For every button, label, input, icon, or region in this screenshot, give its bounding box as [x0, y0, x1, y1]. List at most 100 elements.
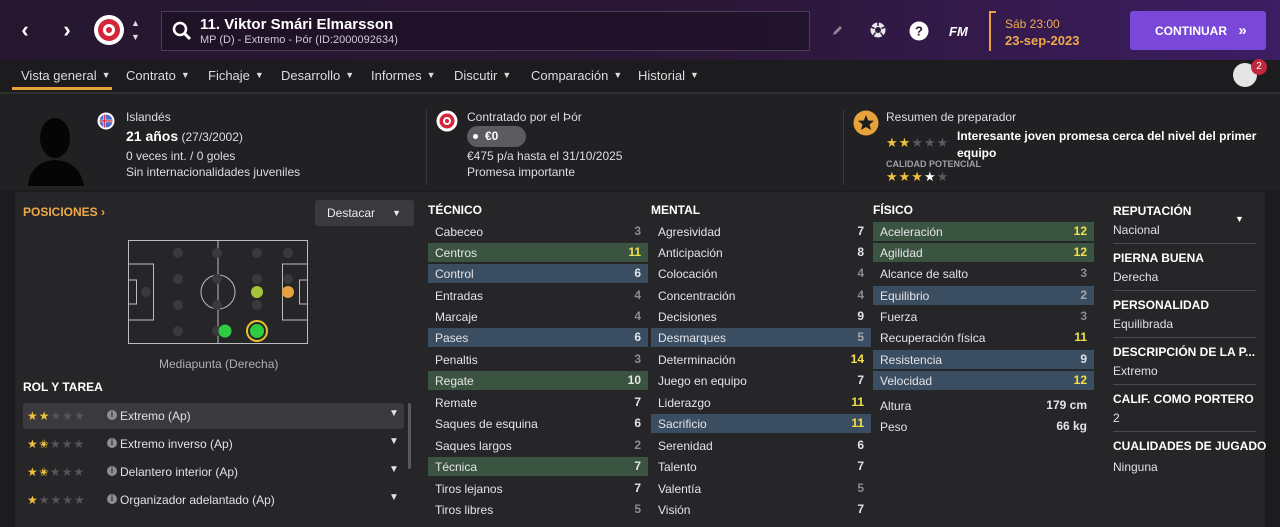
tab-comparacion[interactable]: Comparación ▼: [531, 68, 622, 83]
notification-badge: 2: [1251, 59, 1267, 75]
international-caps: 0 veces int. / 0 goles: [126, 149, 236, 163]
tab-desarrollo[interactable]: Desarrollo ▼: [281, 68, 354, 83]
fm-logo[interactable]: FM: [949, 24, 968, 39]
info-icon[interactable]: i: [107, 494, 117, 504]
attribute-row: Desmarques 5: [651, 328, 871, 347]
attribute-name: Sacrificio: [658, 417, 707, 431]
role-stars: ★★★★★: [27, 493, 86, 507]
attribute-row: Saques de esquina 6: [428, 414, 648, 433]
divider: [426, 110, 427, 185]
chevron-down-icon[interactable]: ▼: [389, 408, 399, 419]
attribute-name: Control: [435, 267, 474, 281]
divider: [1113, 243, 1256, 244]
transfer-fee-pill[interactable]: €0: [467, 126, 526, 147]
chevron-down-icon: ▼: [502, 70, 512, 80]
attribute-row: Control 6: [428, 264, 648, 283]
mental-header: MENTAL: [651, 203, 701, 217]
attribute-value: 6: [634, 416, 641, 430]
attribute-value: 6: [634, 266, 641, 280]
tab-historial[interactable]: Historial ▼: [638, 68, 699, 83]
attribute-row: Tiros libres 5: [428, 500, 648, 519]
attribute-name: Fuerza: [880, 310, 918, 324]
forward-arrow-icon[interactable]: ›: [56, 18, 78, 42]
chevron-down-icon: ▼: [180, 70, 190, 80]
attribute-name: Tiros libres: [435, 503, 494, 517]
role-name: Delantero interior (Ap): [120, 465, 239, 479]
chevron-up-icon[interactable]: ▲: [131, 19, 140, 28]
chevron-down-icon: ▼: [689, 70, 699, 80]
divider: [1113, 337, 1256, 338]
role-stars: ★✬★★★: [27, 465, 86, 479]
attribute-name: Marcaje: [435, 310, 478, 324]
divider: [1113, 384, 1256, 385]
attribute-name: Pases: [435, 331, 469, 345]
top-bar: ‹ › ▲ ▼ 11. Viktor Smári Elmarsson MP (D…: [0, 0, 1280, 60]
attribute-row: Juego en equipo 7: [651, 371, 871, 390]
preferred-foot-header: PIERNA BUENA: [1113, 251, 1204, 265]
current-ability-stars: ★★★★★: [886, 135, 950, 150]
player-traits-header: CUALIDADES DE JUGADO: [1113, 439, 1267, 453]
transfer-fee: €0: [485, 129, 499, 143]
chevron-down-icon[interactable]: ▼: [131, 33, 140, 42]
attribute-row: Saques largos 2: [428, 436, 648, 455]
height-row: Altura 179 cm: [873, 396, 1094, 415]
edit-pencil-icon[interactable]: [831, 24, 844, 37]
role-row[interactable]: ★★★★★ i Extremo (Ap) ▼: [23, 403, 404, 429]
back-arrow-icon[interactable]: ‹: [14, 18, 36, 42]
role-row[interactable]: ★★★★★ i Organizador adelantado (Ap) ▼: [23, 487, 404, 513]
tab-contrato[interactable]: Contrato ▼: [126, 68, 190, 83]
info-icon[interactable]: i: [107, 410, 117, 420]
chevron-down-icon: ▼: [345, 70, 355, 80]
attribute-row: Decisiones 9: [651, 307, 871, 326]
role-name: Organizador adelantado (Ap): [120, 493, 275, 507]
player-details-panel: REPUTACIÓN ▼ Nacional PIERNA BUENA Derec…: [1104, 192, 1267, 527]
positions-header-label: POSICIONES: [23, 205, 98, 219]
attribute-row: Colocación 4: [651, 264, 871, 283]
attribute-value: 4: [634, 309, 641, 323]
attribute-row: Anticipación 8: [651, 243, 871, 262]
weight-value: 66 kg: [1056, 419, 1087, 433]
attribute-name: Resistencia: [880, 353, 943, 367]
chevron-down-icon[interactable]: ▼: [389, 464, 399, 475]
attribute-row: Resistencia 9: [873, 350, 1094, 369]
tab-discutir[interactable]: Discutir ▼: [454, 68, 511, 83]
positions-header[interactable]: POSICIONES ›: [23, 205, 105, 219]
game-date[interactable]: Sáb 23:00 23-sep-2023: [989, 11, 1099, 51]
attribute-name: Tiros lejanos: [435, 482, 503, 496]
tab-fichaje[interactable]: Fichaje ▼: [208, 68, 264, 83]
fee-dot: [473, 134, 478, 139]
reputation-header: REPUTACIÓN: [1113, 204, 1192, 218]
attribute-row: Alcance de salto 3: [873, 264, 1094, 283]
attribute-name: Anticipación: [658, 246, 723, 260]
tab-informes[interactable]: Informes ▼: [371, 68, 436, 83]
role-row[interactable]: ★✬★★★ i Extremo inverso (Ap) ▼: [23, 431, 404, 457]
continue-button[interactable]: CONTINUAR »: [1130, 11, 1266, 50]
search-icon[interactable]: [172, 21, 192, 41]
tab-bar: Vista general ▼ Contrato ▼ Fichaje ▼ Desarr…: [0, 60, 1280, 92]
attribute-row: Talento 7: [651, 457, 871, 476]
age-row: 21 años (27/3/2002): [126, 128, 243, 144]
chevron-down-icon[interactable]: ▼: [389, 436, 399, 447]
active-tab-indicator: [12, 87, 112, 90]
info-icon[interactable]: i: [107, 466, 117, 476]
age: 21 años: [126, 128, 179, 144]
potential-ability-stars: ★★★★★: [886, 169, 950, 184]
attribute-row: Aceleración 12: [873, 222, 1094, 241]
personality-value: Equilibrada: [1113, 317, 1174, 331]
chevron-down-icon[interactable]: ▼: [1235, 214, 1244, 224]
coach-star-icon: [853, 110, 879, 136]
highlight-dropdown[interactable]: Destacar ▼: [315, 200, 414, 226]
club-crest-icon[interactable]: [93, 14, 125, 46]
attribute-row: Técnica 7: [428, 457, 648, 476]
attribute-row: Pases 6: [428, 328, 648, 347]
attribute-value: 2: [634, 438, 641, 452]
roles-scrollbar[interactable]: [408, 403, 411, 469]
info-icon[interactable]: i: [107, 438, 117, 448]
chevron-down-icon[interactable]: ▼: [389, 492, 399, 503]
attribute-name: Aceleración: [880, 225, 943, 239]
role-row[interactable]: ★✬★★★ i Delantero interior (Ap) ▼: [23, 459, 404, 485]
player-search-box[interactable]: 11. Viktor Smári Elmarsson MP (D) - Extr…: [161, 11, 810, 51]
tab-vista-general[interactable]: Vista general ▼: [21, 68, 111, 83]
ball-icon[interactable]: [869, 21, 887, 39]
help-icon[interactable]: ?: [909, 21, 929, 41]
